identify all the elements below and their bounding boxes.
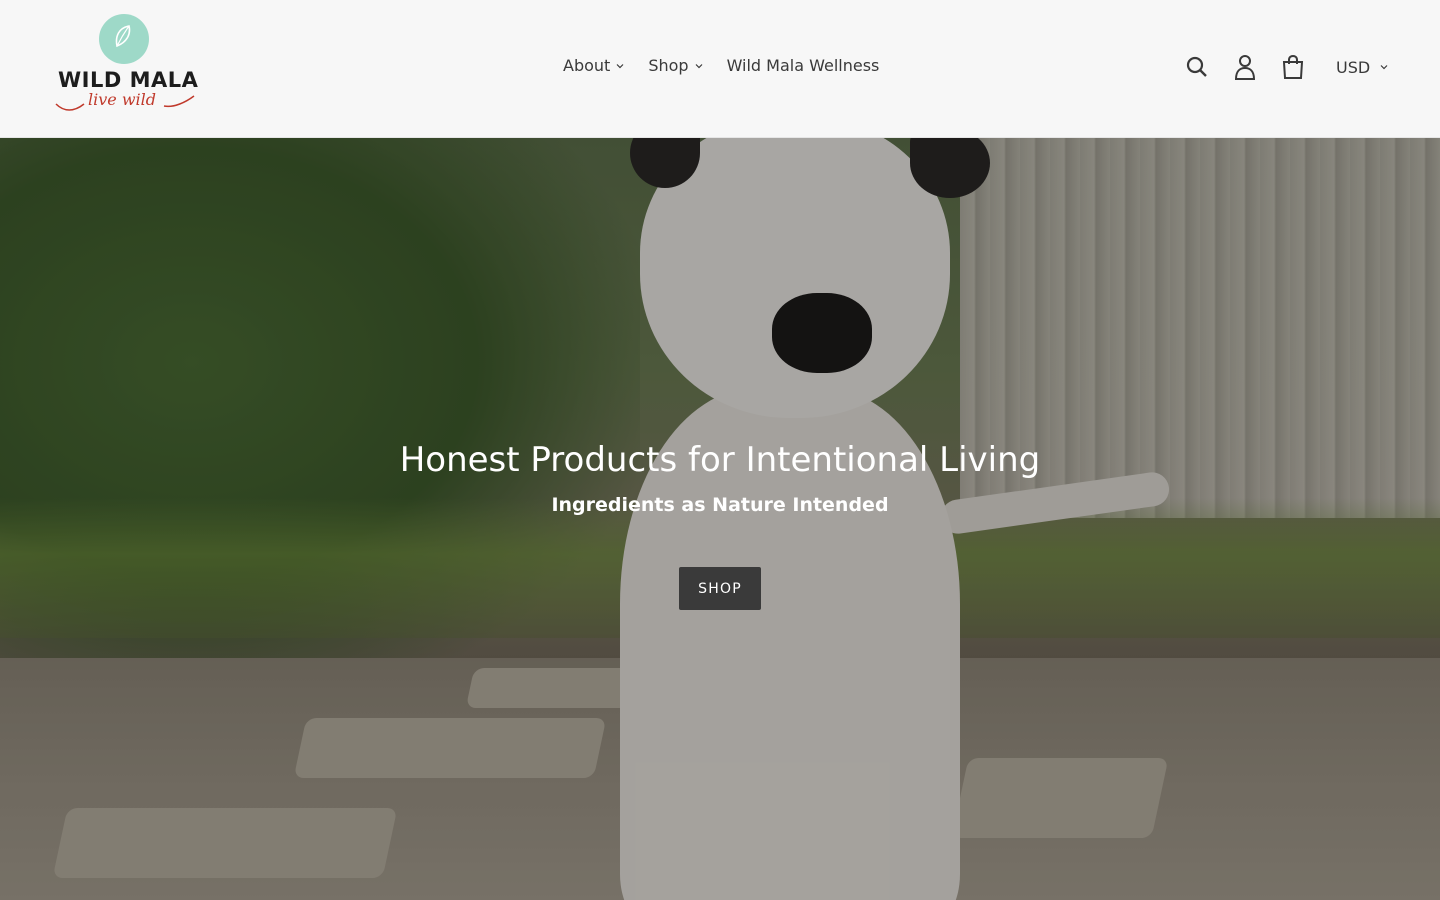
search-button[interactable] bbox=[1184, 52, 1210, 82]
brand-name: WILD MALA bbox=[58, 68, 199, 92]
nav-item-label: Shop bbox=[648, 56, 689, 75]
chevron-down-icon bbox=[616, 63, 624, 68]
hero-banner: Honest Products for Intentional Living I… bbox=[0, 138, 1440, 900]
site-header: WILD MALA live wild About Shop Wild Mala… bbox=[0, 0, 1440, 138]
nav-item-label: About bbox=[563, 56, 611, 75]
brand-logo[interactable]: WILD MALA live wild bbox=[54, 14, 199, 114]
currency-value: USD bbox=[1336, 57, 1371, 77]
user-icon bbox=[1234, 55, 1256, 80]
leaf-logo-icon bbox=[99, 14, 149, 64]
shop-button[interactable]: SHOP bbox=[679, 567, 761, 610]
cart-icon bbox=[1282, 54, 1304, 79]
hero-subtitle: Ingredients as Nature Intended bbox=[551, 494, 889, 516]
nav-item-shop[interactable]: Shop bbox=[648, 56, 702, 75]
main-nav: About Shop Wild Mala Wellness bbox=[563, 56, 879, 75]
brand-tagline: live wild bbox=[88, 90, 156, 109]
nav-item-about[interactable]: About bbox=[563, 56, 624, 75]
search-icon bbox=[1186, 56, 1207, 77]
nav-item-wellness[interactable]: Wild Mala Wellness bbox=[727, 56, 880, 75]
hero-title: Honest Products for Intentional Living bbox=[399, 440, 1041, 480]
chevron-down-icon bbox=[1380, 65, 1388, 70]
header-icons: USD bbox=[1184, 52, 1388, 82]
nav-item-label: Wild Mala Wellness bbox=[726, 56, 880, 75]
currency-selector[interactable]: USD bbox=[1336, 58, 1388, 77]
cart-button[interactable] bbox=[1280, 52, 1306, 82]
chevron-down-icon bbox=[695, 63, 702, 68]
account-button[interactable] bbox=[1232, 52, 1258, 82]
hero-overlay bbox=[0, 138, 1440, 900]
